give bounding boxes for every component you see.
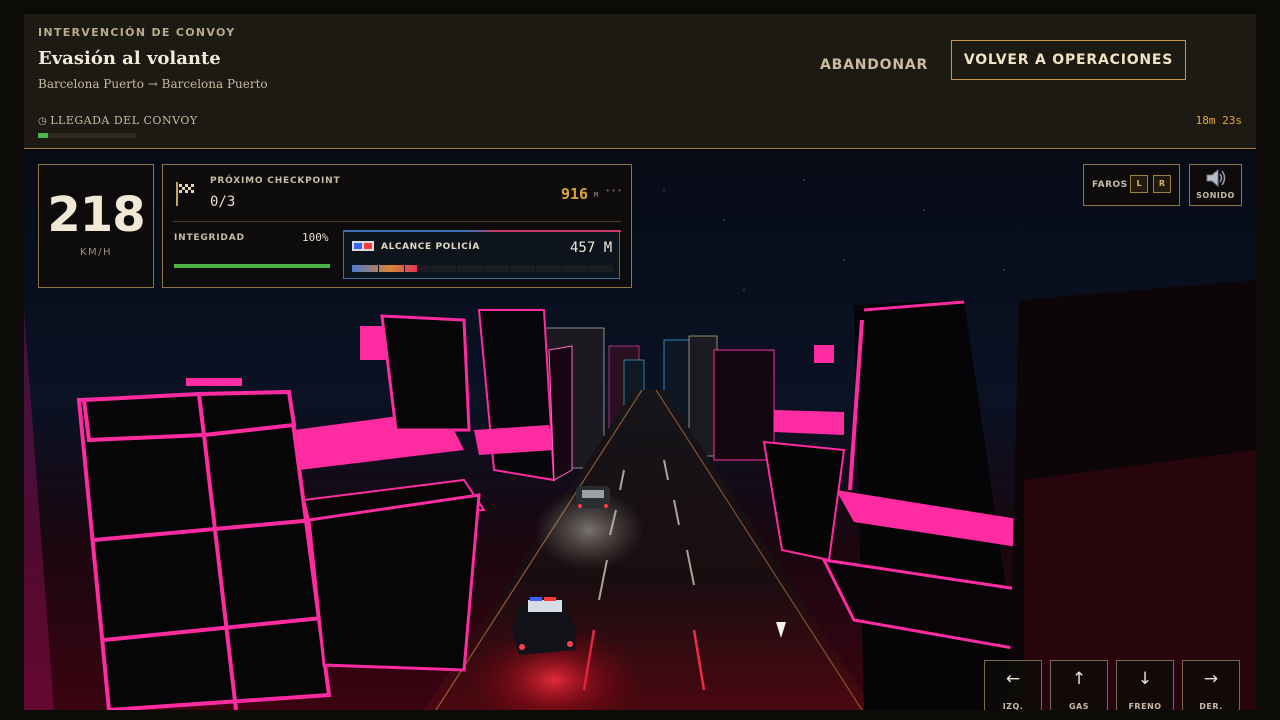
- convoy-arrival: ◷ LLEGADA DEL CONVOY: [38, 114, 198, 127]
- steer-right-label: DER.: [1199, 702, 1223, 710]
- arrow-left-icon: ←: [1005, 669, 1021, 689]
- speed-value: 218: [47, 187, 145, 243]
- checkpoint-dots-icon: ∙∙∙: [605, 186, 624, 195]
- integrity-bar-fill: [174, 264, 330, 268]
- steer-left-button[interactable]: ← IZQ.: [984, 660, 1042, 710]
- gas-label: GAS: [1068, 702, 1090, 710]
- convoy-arrival-progress: [38, 133, 136, 138]
- police-siren-icon: [352, 241, 374, 251]
- steer-right-button[interactable]: → DER.: [1182, 660, 1240, 710]
- police-range-bar-segment: [586, 265, 588, 272]
- headlight-left-key[interactable]: L: [1130, 175, 1148, 193]
- game-frame: INTERVENCIÓN DE CONVOY Evasión al volant…: [24, 14, 1256, 710]
- back-to-operations-button[interactable]: VOLVER A OPERACIONES: [951, 40, 1186, 80]
- checkpoint-distance-unit: M: [594, 191, 599, 199]
- checkpoint-count: 0/3: [210, 194, 236, 210]
- police-range: ALCANCE POLICÍA 457 M: [343, 230, 621, 279]
- police-range-bar-segment: [430, 265, 432, 272]
- panel-divider: [173, 221, 621, 222]
- gas-button[interactable]: ↑ GAS: [1050, 660, 1108, 710]
- brake-label: FRENO: [1128, 702, 1162, 710]
- mission-title: Evasión al volante: [38, 48, 221, 69]
- checkpoint-label: PRÓXIMO CHECKPOINT: [210, 176, 341, 186]
- abandon-button[interactable]: ABANDONAR: [814, 50, 934, 80]
- speedometer: 218 KM/H: [38, 164, 154, 288]
- headlights-label: FAROS: [1092, 180, 1128, 190]
- mission-type: INTERVENCIÓN DE CONVOY: [38, 26, 236, 39]
- checkpoint-distance: 916: [561, 185, 589, 203]
- police-range-bar: [352, 265, 613, 272]
- police-range-topline: [344, 230, 621, 232]
- arrow-right-icon: →: [1203, 669, 1219, 689]
- police-range-bar-segment: [404, 265, 406, 272]
- headlights-control[interactable]: FAROS L R: [1083, 164, 1180, 206]
- speaker-icon: [1206, 168, 1226, 188]
- police-range-value: 457 M: [570, 240, 613, 256]
- integrity-value: 100%: [302, 231, 329, 244]
- police-range-bar-segment: [508, 265, 510, 272]
- clock-icon: ◷: [38, 116, 48, 127]
- sound-label: SONIDO: [1196, 191, 1235, 200]
- police-range-bar-fill: [352, 265, 418, 272]
- headlight-right-key[interactable]: R: [1153, 175, 1171, 193]
- police-range-bar-segment: [456, 265, 458, 272]
- arrow-down-icon: ↓: [1137, 669, 1153, 689]
- checkered-flag-icon: [176, 182, 194, 206]
- convoy-arrival-progress-fill: [38, 133, 48, 138]
- status-panel: PRÓXIMO CHECKPOINT 0/3 916 M ∙∙∙ INTEGRI…: [162, 164, 632, 288]
- brake-button[interactable]: ↓ FRENO: [1116, 660, 1174, 710]
- integrity-bar: [174, 264, 330, 268]
- police-range-label: ALCANCE POLICÍA: [381, 242, 480, 252]
- mission-header: INTERVENCIÓN DE CONVOY Evasión al volant…: [24, 14, 1256, 149]
- police-range-bar-segment: [482, 265, 484, 272]
- steer-left-label: IZQ.: [1002, 702, 1024, 710]
- mission-route: Barcelona Puerto → Barcelona Puerto: [38, 77, 268, 91]
- police-range-bar-segment: [534, 265, 536, 272]
- integrity-label: INTEGRIDAD: [174, 233, 245, 243]
- mission-timer: 18m 23s: [1195, 114, 1242, 127]
- police-range-bar-segment: [560, 265, 562, 272]
- speed-unit: KM/H: [79, 247, 113, 258]
- police-range-bar-segment: [378, 265, 380, 272]
- arrow-up-icon: ↑: [1071, 669, 1087, 689]
- sound-toggle[interactable]: SONIDO: [1189, 164, 1242, 206]
- convoy-arrival-label: LLEGADA DEL CONVOY: [50, 114, 198, 127]
